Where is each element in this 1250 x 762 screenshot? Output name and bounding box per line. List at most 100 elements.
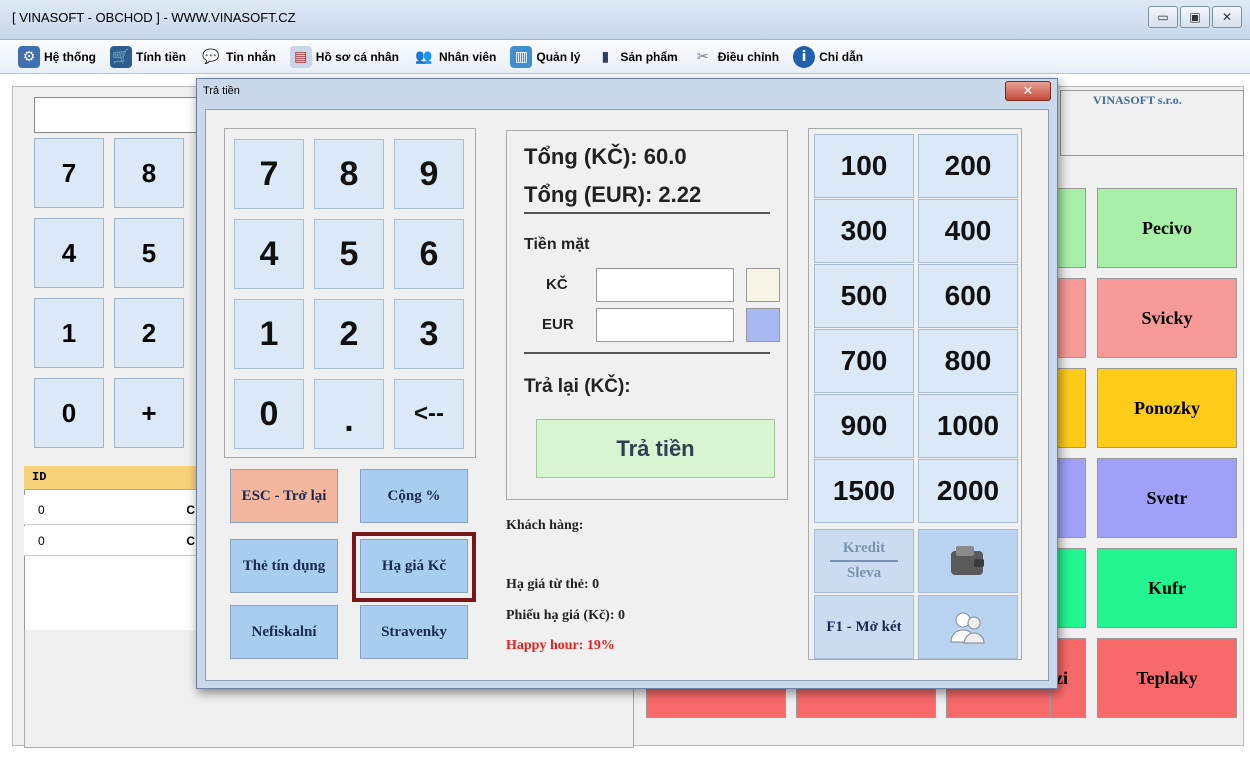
menu-item-management[interactable]: ▥ Quản lý [510,45,581,68]
category-teplaky[interactable]: Teplaky [1097,638,1237,718]
users-icon: 👥 [415,48,433,65]
cash-czk-input[interactable] [596,268,734,302]
key-1[interactable]: 1 [234,299,304,369]
divider [524,212,770,214]
pay-button[interactable]: Trả tiền [536,419,775,478]
amount-400[interactable]: 400 [918,199,1018,263]
table-row[interactable]: 0C [24,495,199,525]
profile-icon: ▤ [289,45,312,68]
key-7[interactable]: 7 [234,139,304,209]
category-pecivo[interactable]: Pecivo [1097,188,1237,268]
key-8[interactable]: 8 [314,139,384,209]
wallet-icon [951,546,984,575]
menu-item-settings[interactable]: ✂ Điều chỉnh [692,46,779,68]
window-titlebar: [ VINASOFT - OBCHOD ] - WWW.VINASOFT.CZ … [0,0,1250,40]
key-3[interactable]: 3 [394,299,464,369]
amount-200[interactable]: 200 [918,134,1018,198]
category-svicky[interactable]: Svicky [1097,278,1237,358]
eur-label: EUR [542,316,574,333]
key-backspace[interactable]: <-- [394,379,464,449]
amount-700[interactable]: 700 [814,329,914,393]
bg-key[interactable]: 2 [114,298,184,368]
barcode-icon: ▮ [601,48,610,65]
bg-key[interactable]: 8 [114,138,184,208]
bg-key[interactable]: 7 [34,138,104,208]
close-window-button[interactable]: ✕ [1212,6,1242,28]
voucher-discount-text: Phiếu hạ giá (Kč): 0 [506,608,625,623]
key-9[interactable]: 9 [394,139,464,209]
bg-key[interactable]: + [114,378,184,448]
total-eur: Tổng (EUR): 2.22 [524,182,702,207]
customer-label: Khách hàng: [506,518,584,533]
key-5[interactable]: 5 [314,219,384,289]
key-6[interactable]: 6 [394,219,464,289]
basket-icon: 🛒 [110,45,132,68]
key-0[interactable]: 0 [234,379,304,449]
window-title: [ VINASOFT - OBCHOD ] - WWW.VINASOFT.CZ [12,10,296,25]
menu-label: Hệ thống [44,49,96,64]
customer-button[interactable] [918,595,1018,659]
key-4[interactable]: 4 [234,219,304,289]
key-decimal[interactable]: . [314,379,384,449]
table-row[interactable]: 0C [24,526,199,556]
meal-vouchers-button[interactable]: Stravenky [360,605,468,659]
menu-item-staff[interactable]: 👥 Nhân viên [413,46,496,68]
key-2[interactable]: 2 [314,299,384,369]
minimize-button[interactable]: ▭ [1148,6,1178,28]
sleva-label: Sleva [846,565,882,581]
credit-card-button[interactable]: Thẻ tín dụng [230,539,338,593]
menu-item-checkout[interactable]: 🛒 Tính tiền [110,45,186,68]
menu-label: Điều chỉnh [717,49,780,64]
cash-eur-input[interactable] [596,308,734,342]
dialog-close-button[interactable]: ✕ [1005,81,1051,101]
company-label: VINASOFT s.r.o. [1060,90,1244,156]
menu-label: Tính tiền [136,49,186,64]
amount-500[interactable]: 500 [814,264,914,328]
menu-item-help[interactable]: i Chỉ dẫn [793,45,863,68]
amount-600[interactable]: 600 [918,264,1018,328]
row-value: C [186,534,195,548]
info-icon: i [793,45,816,68]
amount-300[interactable]: 300 [814,199,914,263]
order-table-header: ID [24,466,199,490]
amount-1500[interactable]: 1500 [814,459,914,523]
happy-hour-text: Happy hour: 19% [506,638,615,653]
category-svetr[interactable]: Svetr [1097,458,1237,538]
czk-color-swatch [746,268,780,302]
amount-100[interactable]: 100 [814,134,914,198]
bg-key[interactable]: 4 [34,218,104,288]
menu-item-profile[interactable]: ▤ Hồ sơ cá nhân [289,45,399,68]
menu-item-system[interactable]: ⚙ Hệ thống [18,45,96,68]
nonfiscal-button[interactable]: Nefiskalní [230,605,338,659]
window-controls: ▭ ▣ ✕ [1148,6,1242,28]
category-ponozky[interactable]: Ponozky [1097,368,1237,448]
add-percent-button[interactable]: Cộng % [360,469,468,523]
books-icon: ▥ [510,45,533,68]
czk-label: KČ [546,276,568,293]
menu-label: Sản phẩm [620,49,678,64]
bg-key[interactable]: 5 [114,218,184,288]
bg-key[interactable]: 1 [34,298,104,368]
open-drawer-button[interactable]: F1 - Mở két [814,595,914,659]
menu-item-products[interactable]: ▮ Sản phẩm [594,46,678,68]
kredit-label: Kredit [842,540,886,556]
kredit-divider [829,560,899,562]
menu-label: Tin nhắn [226,49,276,64]
bg-key[interactable]: 0 [34,378,104,448]
tools-icon: ✂ [696,48,709,65]
amount-800[interactable]: 800 [918,329,1018,393]
category-kufr[interactable]: Kufr [1097,548,1237,628]
cash-label: Tiền mặt [524,236,590,253]
amount-2000[interactable]: 2000 [918,459,1018,523]
discount-czk-button[interactable]: Hạ giá Kč [360,539,468,593]
amount-1000[interactable]: 1000 [918,394,1018,458]
background-display [34,97,204,133]
wallet-button[interactable] [918,529,1018,593]
kredit-sleva-button[interactable]: Kredit Sleva [814,529,914,593]
menu-label: Quản lý [536,49,581,64]
maximize-button[interactable]: ▣ [1180,6,1210,28]
dialog-title: Trả tiền [203,85,240,97]
esc-back-button[interactable]: ESC - Trở lại [230,469,338,523]
menu-item-messages[interactable]: 💬 Tin nhắn [200,46,276,68]
amount-900[interactable]: 900 [814,394,914,458]
